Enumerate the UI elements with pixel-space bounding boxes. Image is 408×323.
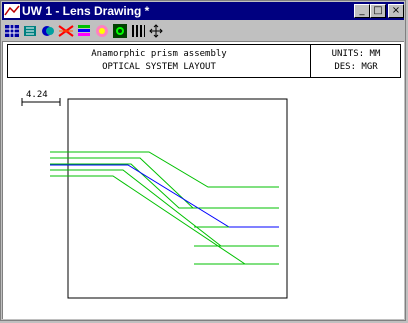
app-icon <box>4 4 20 18</box>
target-icon[interactable] <box>112 23 128 39</box>
ray-chief <box>50 164 279 228</box>
title-bar[interactable]: UW 1 - Lens Drawing * _ □ × <box>2 2 404 20</box>
ray-3 <box>50 163 279 209</box>
scale-bar <box>21 98 61 106</box>
bars-icon[interactable] <box>130 23 146 39</box>
layers-icon[interactable] <box>40 23 56 39</box>
toolbar <box>2 21 404 41</box>
maximize-button[interactable]: □ <box>370 4 386 18</box>
prism-assembly-outline <box>67 98 288 299</box>
minimize-icon: _ <box>359 5 365 16</box>
pan-arrows-icon[interactable] <box>148 23 164 39</box>
optical-layout-plot <box>21 98 288 299</box>
lens-drawing-window: UW 1 - Lens Drawing * _ □ × Anamorphic p… <box>0 0 406 321</box>
maximize-icon: □ <box>373 5 383 16</box>
ray-5 <box>50 175 279 265</box>
ray-fan-icon[interactable] <box>58 23 74 39</box>
settings-icon[interactable] <box>22 23 38 39</box>
lens-drawing-canvas[interactable]: Anamorphic prism assembly OPTICAL SYSTEM… <box>2 41 404 319</box>
minimize-button[interactable]: _ <box>354 4 370 18</box>
grid-icon[interactable] <box>4 23 20 39</box>
close-button[interactable]: × <box>388 4 404 18</box>
color-spectrum-icon[interactable] <box>76 23 92 39</box>
aperture-icon[interactable] <box>94 23 110 39</box>
close-icon: × <box>391 5 401 16</box>
window-title: UW 1 - Lens Drawing * <box>22 4 150 18</box>
